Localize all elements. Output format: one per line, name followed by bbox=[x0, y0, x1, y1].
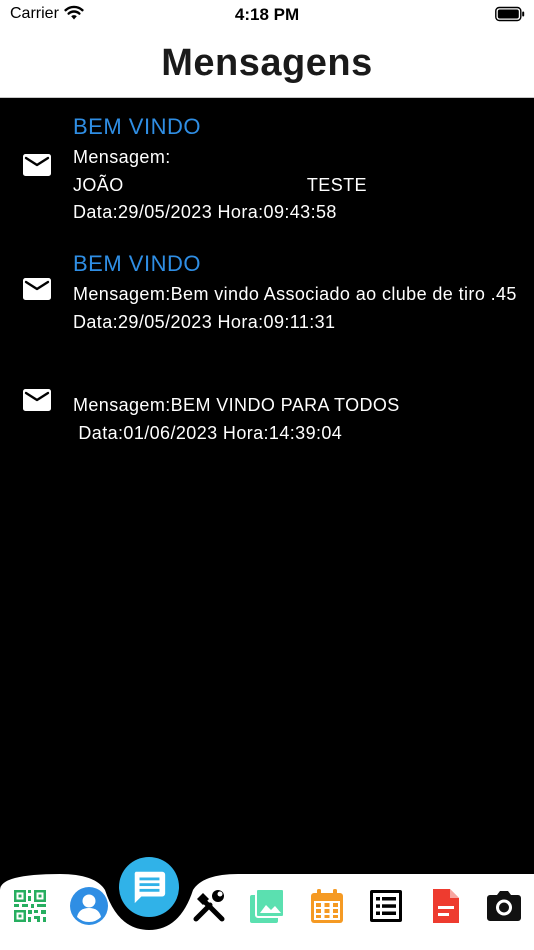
calendar-icon bbox=[311, 889, 343, 923]
message-body: Mensagem: JOÃO TESTE Data:29/05/2023 Hor… bbox=[73, 147, 367, 222]
tab-document[interactable] bbox=[426, 886, 466, 926]
document-icon bbox=[433, 889, 459, 923]
chat-icon bbox=[134, 871, 166, 904]
camera-icon bbox=[487, 891, 521, 921]
status-bar: Carrier 4:18 PM bbox=[0, 0, 534, 30]
list-icon bbox=[370, 890, 402, 922]
tab-calendar[interactable] bbox=[307, 886, 347, 926]
message-subject: BEM VINDO bbox=[73, 251, 201, 276]
tab-messages[interactable] bbox=[119, 857, 179, 917]
mail-icon bbox=[23, 154, 51, 176]
tab-list[interactable] bbox=[366, 886, 406, 926]
profile-icon bbox=[70, 887, 108, 925]
tab-tools[interactable] bbox=[189, 886, 229, 926]
message-subject: BEM VINDO bbox=[73, 114, 201, 139]
message-body: Mensagem:Bem vindo Associado ao clube de… bbox=[73, 284, 523, 332]
tab-gallery[interactable] bbox=[247, 886, 287, 926]
tools-icon bbox=[193, 890, 225, 922]
qr-code-icon bbox=[14, 890, 46, 922]
mail-icon bbox=[23, 389, 51, 411]
page-title: Mensagens bbox=[161, 42, 373, 84]
tab-camera[interactable] bbox=[484, 886, 524, 926]
gallery-icon bbox=[250, 888, 285, 923]
tab-bar bbox=[0, 857, 534, 950]
tab-profile[interactable] bbox=[69, 886, 109, 926]
message-list[interactable]: BEM VINDO Mensagem: JOÃO TESTE Data:29/0… bbox=[0, 99, 534, 874]
header: Mensagens bbox=[0, 30, 534, 98]
tab-qr-code[interactable] bbox=[10, 886, 50, 926]
battery-icon bbox=[495, 6, 525, 27]
mail-icon bbox=[23, 278, 51, 300]
message-body: Mensagem:BEM VINDO PARA TODOS Data:01/06… bbox=[73, 395, 400, 443]
clock-label: 4:18 PM bbox=[234, 5, 300, 24]
